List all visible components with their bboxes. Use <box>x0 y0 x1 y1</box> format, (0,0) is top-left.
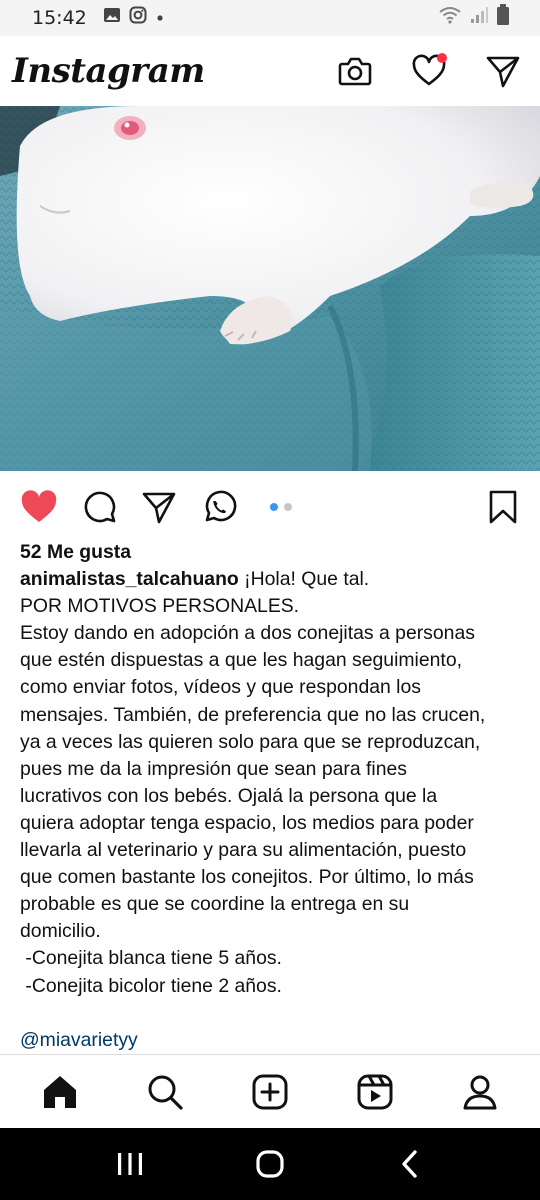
caption-line: POR MOTIVOS PERSONALES. <box>20 595 300 618</box>
status-bar: 15:42 <box>0 0 540 36</box>
caption-line: que comen bastante los conejitos. Por úl… <box>20 866 474 889</box>
system-home-button[interactable] <box>240 1134 300 1194</box>
dot-icon <box>155 7 165 29</box>
wifi-icon <box>438 5 462 31</box>
mention-link[interactable]: @miavarietyy <box>20 1027 525 1054</box>
whatsapp-icon <box>205 490 237 522</box>
like-button[interactable] <box>20 488 58 526</box>
notification-dot <box>437 53 447 63</box>
nav-reels[interactable] <box>353 1070 397 1114</box>
activity-button[interactable] <box>410 52 448 90</box>
comment-icon <box>84 491 116 523</box>
reels-icon <box>357 1074 393 1109</box>
header-actions <box>336 52 522 90</box>
nav-search[interactable] <box>143 1070 187 1114</box>
caption-line: mensajes. También, de preferencia que no… <box>20 703 486 726</box>
home-circle-icon <box>256 1150 284 1178</box>
caption-line: quiera adoptar tenga espacio, los medios… <box>20 811 474 834</box>
back-icon <box>402 1150 417 1178</box>
caption-line: pues me da la impresión que sean para fi… <box>20 757 407 780</box>
recents-button[interactable] <box>100 1134 160 1194</box>
status-system-icons <box>438 4 510 32</box>
nav-home[interactable] <box>38 1070 82 1114</box>
carousel-indicator <box>270 503 292 511</box>
caption-line: que estén dispuestas a que les hagan seg… <box>20 649 462 672</box>
send-icon <box>486 56 520 88</box>
share-icon <box>142 492 176 524</box>
heart-filled-icon <box>21 490 57 522</box>
caption-line: lucrativos con los bebés. Ojalá la perso… <box>20 784 438 807</box>
nav-profile[interactable] <box>458 1070 502 1114</box>
bottom-nav <box>0 1054 540 1128</box>
save-button[interactable] <box>484 488 522 526</box>
caption-line: -Conejita blanca tiene 5 años. <box>20 947 282 970</box>
home-icon <box>44 1075 77 1108</box>
caption-text: ¡Hola! Que tal. <box>238 568 370 591</box>
app-header: Instagram <box>0 36 540 106</box>
caption-line: llevarla al veterinario y para su alimen… <box>20 839 467 862</box>
caption-line: ya a veces las quieren solo para que se … <box>20 730 481 753</box>
camera-icon <box>338 57 372 86</box>
recents-icon <box>118 1153 142 1175</box>
caption-first-line: animalistas_talcahuano ¡Hola! Que tal. <box>20 566 525 593</box>
rabbit-photo <box>0 106 540 471</box>
post-image[interactable] <box>0 106 540 471</box>
signal-icon <box>470 6 488 30</box>
back-button[interactable] <box>380 1134 440 1194</box>
profile-icon <box>463 1075 497 1109</box>
caption-line: probable es que se coordine la entrega e… <box>20 893 410 916</box>
gallery-icon <box>103 6 121 30</box>
caption-line: domicilio. <box>20 920 101 943</box>
instagram-icon <box>129 6 147 30</box>
caption-line: como enviar fotos, vídeos y que responda… <box>20 676 421 699</box>
status-notification-icons <box>103 6 165 30</box>
share-button[interactable] <box>140 488 178 526</box>
caption-line: -Conejita bicolor tiene 2 años. <box>20 974 282 997</box>
post-actions <box>0 484 540 530</box>
search-icon <box>148 1075 183 1110</box>
camera-button[interactable] <box>336 52 374 90</box>
bookmark-icon <box>489 490 517 524</box>
direct-messages-button[interactable] <box>484 52 522 90</box>
carousel-dot-active <box>270 503 278 511</box>
whatsapp-share-button[interactable] <box>200 488 238 526</box>
system-navigation-bar <box>0 1128 540 1200</box>
comment-button[interactable] <box>80 488 118 526</box>
instagram-logo[interactable]: Instagram <box>12 51 205 91</box>
create-icon <box>252 1074 288 1109</box>
nav-create[interactable] <box>248 1070 292 1114</box>
carousel-dot <box>284 503 292 511</box>
battery-icon <box>496 4 510 32</box>
caption-line: Estoy dando en adopción a dos conejitas … <box>20 622 475 645</box>
likes-count[interactable]: 52 Me gusta <box>20 539 525 566</box>
post-body: 52 Me gusta animalistas_talcahuano ¡Hola… <box>20 539 525 1054</box>
caption-username[interactable]: animalistas_talcahuano <box>20 568 239 590</box>
status-time: 15:42 <box>32 7 87 29</box>
